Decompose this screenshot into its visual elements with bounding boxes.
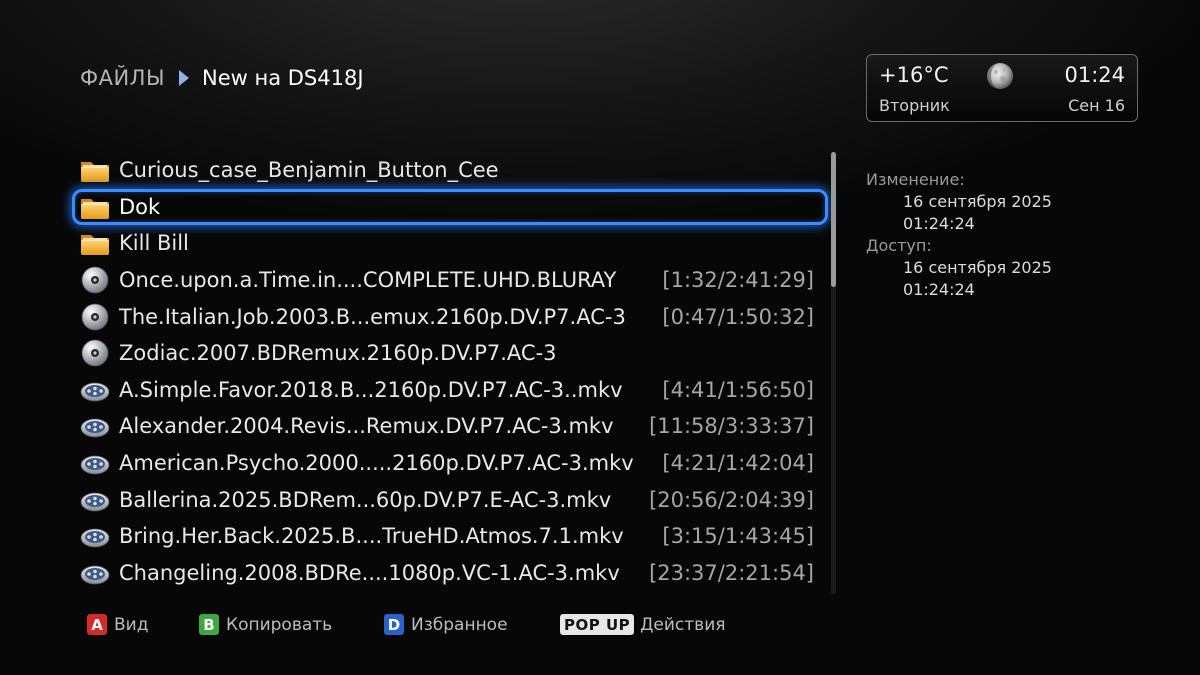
hint-view[interactable]: A Вид: [87, 614, 148, 635]
file-name: Dok: [119, 194, 161, 219]
breadcrumb: ФАЙЛЫ New на DS418J: [80, 66, 364, 90]
playback-position: [23:37/2:21:54]: [649, 560, 814, 585]
video-file-icon: [79, 559, 111, 587]
playback-position: [4:21/1:42:04]: [662, 451, 814, 476]
video-file-icon: [79, 486, 111, 514]
file-row[interactable]: Ballerina.2025.BDRem...60p.DV.P7.E-AC-3.…: [72, 481, 828, 518]
folder-row[interactable]: Curious_case_Benjamin_Button_Cee: [72, 152, 828, 189]
disc-icon: [79, 266, 111, 294]
folder-row[interactable]: Dok: [72, 188, 828, 226]
file-row[interactable]: The.Italian.Job.2003.B...emux.2160p.DV.P…: [72, 298, 828, 335]
video-file-icon: [79, 376, 111, 404]
file-row[interactable]: Bring.Her.Back.2025.B....TrueHD.Atmos.7.…: [72, 518, 828, 555]
file-name: Alexander.2004.Revis...Remux.DV.P7.AC-3.…: [119, 414, 614, 439]
file-name: Curious_case_Benjamin_Button_Cee: [119, 158, 499, 183]
file-name: American.Psycho.2000.....2160p.DV.P7.AC-…: [119, 451, 634, 476]
video-file-icon: [79, 522, 111, 550]
clock-time: 01:24: [1064, 63, 1125, 87]
file-name: Changeling.2008.BDRe....1080p.VC-1.AC-3.…: [119, 560, 620, 585]
disc-icon: [79, 303, 111, 331]
file-row[interactable]: Zodiac.2007.BDRemux.2160p.DV.P7.AC-3: [72, 335, 828, 372]
playback-position: [4:41/1:56:50]: [662, 377, 814, 402]
file-row[interactable]: American.Psycho.2000.....2160p.DV.P7.AC-…: [72, 445, 828, 482]
video-file-icon: [79, 412, 111, 440]
disc-icon: [79, 339, 111, 367]
scrollbar-thumb[interactable]: [831, 152, 836, 287]
folder-row[interactable]: Kill Bill: [72, 225, 828, 262]
playback-position: [11:58/3:33:37]: [649, 414, 814, 439]
hint-copy-label: Копировать: [226, 614, 333, 635]
file-name: A.Simple.Favor.2018.B...2160p.DV.P7.AC-3…: [119, 377, 623, 402]
breadcrumb-current: New на DS418J: [201, 66, 364, 90]
folder-icon: [79, 156, 111, 184]
weather-clock-widget: +16°C 01:24 Вторник Сен 16: [866, 54, 1138, 122]
file-row[interactable]: Changeling.2008.BDRe....1080p.VC-1.AC-3.…: [72, 555, 828, 592]
hint-favorites[interactable]: D Избранное: [384, 614, 508, 635]
moon-icon: [987, 63, 1013, 89]
hint-view-label: Вид: [114, 614, 149, 635]
date: Сен 16: [1068, 96, 1125, 115]
popup-key-icon: POP UP: [560, 614, 635, 635]
modified-date: 16 сентября 2025: [903, 192, 1052, 211]
file-row[interactable]: Once.upon.a.Time.in....COMPLETE.UHD.BLUR…: [72, 262, 828, 299]
blue-d-key-icon: D: [384, 614, 404, 635]
breadcrumb-root[interactable]: ФАЙЛЫ: [80, 66, 165, 90]
key-hints-bar: A Вид B Копировать D Избранное POP UP Де…: [0, 614, 1200, 640]
hint-favorites-label: Избранное: [411, 614, 508, 635]
breadcrumb-arrow-icon: [178, 70, 189, 86]
playback-position: [20:56/2:04:39]: [649, 487, 814, 512]
hint-actions[interactable]: POP UP Действия: [560, 614, 725, 635]
file-name: Ballerina.2025.BDRem...60p.DV.P7.E-AC-3.…: [119, 487, 612, 512]
file-name: The.Italian.Job.2003.B...emux.2160p.DV.P…: [119, 304, 626, 329]
access-label: Доступ:: [866, 236, 932, 255]
hint-actions-label: Действия: [640, 614, 726, 635]
scrollbar[interactable]: [831, 152, 836, 594]
folder-icon: [79, 193, 111, 221]
playback-position: [3:15/1:43:45]: [662, 524, 814, 549]
hint-copy[interactable]: B Копировать: [199, 614, 332, 635]
file-name: Zodiac.2007.BDRemux.2160p.DV.P7.AC-3: [119, 341, 557, 366]
playback-position: [0:47/1:50:32]: [662, 304, 814, 329]
file-list: Curious_case_Benjamin_Button_Cee Dok Kill …: [72, 152, 828, 591]
modified-label: Изменение:: [866, 170, 965, 189]
screen: ФАЙЛЫ New на DS418J +16°C 01:24 Вторник …: [0, 0, 1200, 675]
red-a-key-icon: A: [87, 614, 107, 635]
file-row[interactable]: Alexander.2004.Revis...Remux.DV.P7.AC-3.…: [72, 408, 828, 445]
file-row[interactable]: A.Simple.Favor.2018.B...2160p.DV.P7.AC-3…: [72, 372, 828, 409]
modified-time: 01:24:24: [903, 214, 975, 233]
weekday: Вторник: [879, 96, 950, 115]
access-date: 16 сентября 2025: [903, 258, 1052, 277]
playback-position: [1:32/2:41:29]: [662, 268, 814, 293]
file-info-panel: Изменение: 16 сентября 2025 01:24:24 Дос…: [866, 170, 1052, 302]
file-name: Kill Bill: [119, 231, 189, 256]
folder-icon: [79, 229, 111, 257]
green-b-key-icon: B: [199, 614, 219, 635]
temperature: +16°C: [879, 63, 949, 87]
file-name: Once.upon.a.Time.in....COMPLETE.UHD.BLUR…: [119, 268, 617, 293]
file-name: Bring.Her.Back.2025.B....TrueHD.Atmos.7.…: [119, 524, 624, 549]
video-file-icon: [79, 449, 111, 477]
access-time: 01:24:24: [903, 280, 975, 299]
